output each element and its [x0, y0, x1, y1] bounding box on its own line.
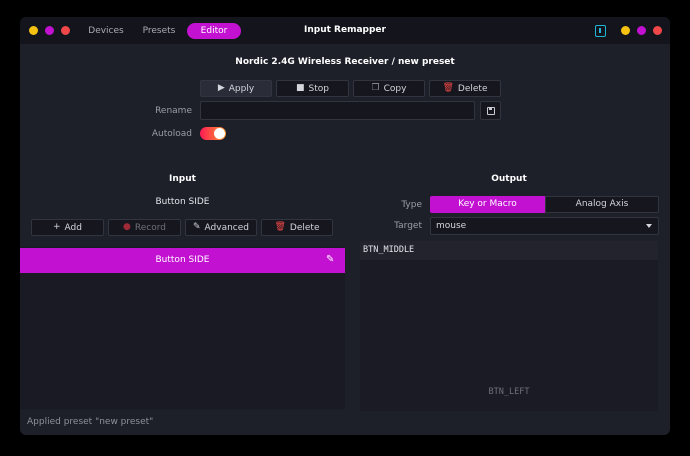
record-label: Record [134, 222, 166, 233]
trash-icon: 🗑 [442, 83, 454, 93]
trash-icon: 🗑 [274, 222, 286, 232]
target-label: Target [394, 221, 422, 231]
copy-button[interactable]: ❐ Copy [353, 80, 425, 97]
stop-icon: ■ [296, 83, 305, 93]
delete-preset-label: Delete [457, 83, 488, 94]
input-selected-label: Button SIDE [155, 197, 210, 207]
record-icon: ● [123, 222, 131, 232]
plus-icon: + [53, 222, 61, 232]
copy-label: Copy [383, 83, 407, 94]
output-editor[interactable] [360, 241, 658, 411]
input-row-label: Button SIDE [155, 255, 210, 265]
apply-button[interactable]: ▶ Apply [200, 80, 272, 97]
delete-mapping-label: Delete [289, 222, 320, 233]
window-dot-magenta-right[interactable] [637, 26, 646, 35]
advanced-label: Advanced [204, 222, 249, 233]
window-dot-yellow-right[interactable] [621, 26, 630, 35]
window-dot-red[interactable] [61, 26, 70, 35]
toggle-knob [214, 128, 225, 139]
advanced-button[interactable]: ✎ Advanced [185, 219, 257, 236]
window-dot-red-right[interactable] [653, 26, 662, 35]
rename-input[interactable] [200, 101, 475, 120]
chevron-down-icon [646, 224, 652, 228]
tab-devices[interactable]: Devices [82, 23, 130, 39]
type-key-or-macro[interactable]: Key or Macro [430, 196, 545, 213]
rename-label: Rename [155, 106, 192, 116]
title-bar: Devices Presets Editor Input Remapper [20, 17, 670, 44]
output-placeholder: BTN_LEFT [488, 387, 530, 397]
help-icon[interactable] [595, 25, 606, 37]
type-analog-axis[interactable]: Analog Axis [545, 196, 659, 213]
window-title: Input Remapper [304, 25, 386, 35]
tab-editor[interactable]: Editor [187, 23, 241, 39]
delete-preset-button[interactable]: 🗑 Delete [429, 80, 501, 97]
app-window: Devices Presets Editor Input Remapper No… [20, 17, 670, 435]
add-button[interactable]: + Add [31, 219, 104, 236]
output-code-text: BTN_MIDDLE [363, 245, 415, 255]
target-select[interactable]: mouse [430, 217, 659, 235]
stop-label: Stop [308, 83, 329, 94]
copy-icon: ❐ [371, 83, 380, 93]
pencil-icon: ✎ [192, 222, 201, 232]
status-bar: Applied preset "new preset" [27, 417, 154, 427]
play-icon: ▶ [217, 83, 225, 93]
window-dot-yellow[interactable] [29, 26, 38, 35]
target-value: mouse [436, 221, 467, 231]
output-heading: Output [491, 174, 527, 184]
apply-label: Apply [228, 83, 255, 94]
autoload-toggle[interactable] [200, 127, 226, 140]
save-button[interactable] [480, 101, 501, 120]
record-button[interactable]: ● Record [108, 219, 181, 236]
tab-presets[interactable]: Presets [134, 23, 184, 39]
window-dot-magenta[interactable] [45, 26, 54, 35]
add-label: Add [64, 222, 82, 233]
delete-mapping-button[interactable]: 🗑 Delete [261, 219, 333, 236]
autoload-label: Autoload [151, 129, 192, 139]
edit-pencil-icon[interactable]: ✎ [326, 255, 334, 265]
type-label: Type [401, 200, 422, 210]
stop-button[interactable]: ■ Stop [276, 80, 349, 97]
input-heading: Input [169, 174, 196, 184]
input-row-button-side[interactable]: Button SIDE ✎ [20, 248, 345, 273]
floppy-icon [487, 107, 495, 115]
device-preset-title: Nordic 2.4G Wireless Receiver / new pres… [235, 57, 455, 67]
